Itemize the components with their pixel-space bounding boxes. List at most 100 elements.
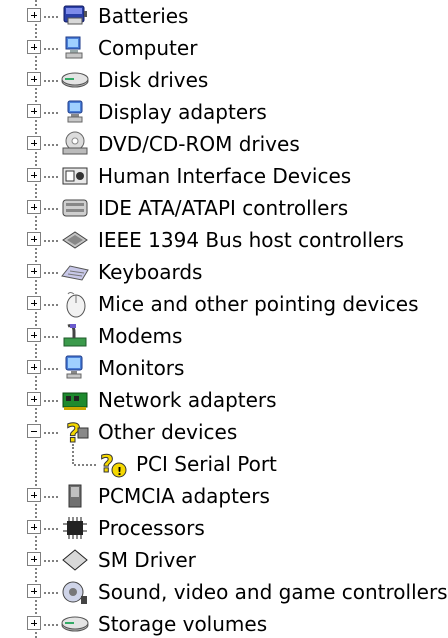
tree-connector [44, 80, 58, 82]
pcmcia-icon [60, 482, 90, 510]
tree-item-label[interactable]: Modems [98, 323, 182, 349]
expand-toggle[interactable] [27, 328, 41, 342]
tree-item-label[interactable]: Sound, video and game controllers [98, 579, 448, 605]
tree-item-storage-volumes[interactable]: Storage volumes [0, 608, 448, 638]
tree-item-computer[interactable]: Computer [0, 32, 448, 64]
expand-toggle[interactable] [27, 136, 41, 150]
plus-glyph [34, 332, 35, 338]
tree-item-label[interactable]: Network adapters [98, 387, 277, 413]
hid-icon [60, 162, 90, 190]
plus-glyph [34, 108, 35, 114]
tree-item-dvd-cd-rom-drives[interactable]: DVD/CD-ROM drives [0, 128, 448, 160]
disk-drive-icon [60, 66, 90, 94]
tree-connector [44, 304, 58, 306]
tree-connector [44, 112, 58, 114]
tree-item-ide-ata-atapi-controllers[interactable]: IDE ATA/ATAPI controllers [0, 192, 448, 224]
collapse-toggle[interactable] [27, 424, 41, 438]
tree-connector [74, 464, 96, 466]
tree-item-label[interactable]: IDE ATA/ATAPI controllers [98, 195, 348, 221]
tree-item-label[interactable]: Batteries [98, 3, 188, 29]
tree-item-label[interactable]: Other devices [98, 419, 237, 445]
ieee1394-icon [60, 226, 90, 254]
ide-controller-icon [60, 194, 90, 222]
tree-connector [44, 176, 58, 178]
expand-toggle[interactable] [27, 552, 41, 566]
tree-item-label[interactable]: Display adapters [98, 99, 267, 125]
tree-item-other-devices[interactable]: ? Other devices [0, 416, 448, 448]
tree-item-label[interactable]: Keyboards [98, 259, 202, 285]
plus-glyph [34, 620, 35, 626]
storage-volume-icon [60, 610, 90, 638]
sm-driver-icon [60, 546, 90, 574]
tree-item-disk-drives[interactable]: Disk drives [0, 64, 448, 96]
tree-item-sm-driver[interactable]: SM Driver [0, 544, 448, 576]
plus-glyph [34, 236, 35, 242]
tree-item-label[interactable]: IEEE 1394 Bus host controllers [98, 227, 404, 253]
tree-item-pci-serial-port[interactable]: ?! PCI Serial Port [0, 448, 448, 480]
monitor-icon [60, 354, 90, 382]
tree-item-label[interactable]: PCI Serial Port [136, 451, 277, 477]
plus-glyph [34, 44, 35, 50]
tree-item-label[interactable]: Monitors [98, 355, 184, 381]
expand-toggle[interactable] [27, 584, 41, 598]
tree-item-label[interactable]: Human Interface Devices [98, 163, 351, 189]
tree-item-label[interactable]: Mice and other pointing devices [98, 291, 419, 317]
tree-connector [44, 560, 58, 562]
unknown-device-icon: ? [60, 418, 90, 446]
tree-connector [44, 624, 58, 626]
tree-item-label[interactable]: Processors [98, 515, 205, 541]
expand-toggle[interactable] [27, 104, 41, 118]
expand-toggle[interactable] [27, 168, 41, 182]
tree-item-modems[interactable]: Modems [0, 320, 448, 352]
keyboard-icon [60, 258, 90, 286]
expand-toggle[interactable] [27, 520, 41, 534]
tree-connector [44, 208, 58, 210]
display-adapter-icon [60, 98, 90, 126]
tree-item-monitors[interactable]: Monitors [0, 352, 448, 384]
plus-glyph [34, 172, 35, 178]
tree-item-batteries[interactable]: Batteries [0, 0, 448, 32]
expand-toggle[interactable] [27, 200, 41, 214]
network-adapter-icon [60, 386, 90, 414]
processor-icon [60, 514, 90, 542]
tree-item-mice-and-other-pointing-devices[interactable]: Mice and other pointing devices [0, 288, 448, 320]
tree-item-label[interactable]: SM Driver [98, 547, 196, 573]
device-tree[interactable]: Batteries Computer Disk drives Display adap… [0, 0, 448, 638]
tree-item-network-adapters[interactable]: Network adapters [0, 384, 448, 416]
tree-item-label[interactable]: PCMCIA adapters [98, 483, 270, 509]
plus-glyph [34, 492, 35, 498]
tree-item-processors[interactable]: Processors [0, 512, 448, 544]
expand-toggle[interactable] [27, 264, 41, 278]
expand-toggle[interactable] [27, 72, 41, 86]
plus-glyph [34, 588, 35, 594]
tree-connector [44, 496, 58, 498]
tree-item-ieee-1394-bus-host-controllers[interactable]: IEEE 1394 Bus host controllers [0, 224, 448, 256]
expand-toggle[interactable] [27, 296, 41, 310]
tree-item-sound-video-and-game-controllers[interactable]: Sound, video and game controllers [0, 576, 448, 608]
expand-toggle[interactable] [27, 8, 41, 22]
tree-connector [44, 48, 58, 50]
tree-connector [44, 240, 58, 242]
tree-item-human-interface-devices[interactable]: Human Interface Devices [0, 160, 448, 192]
tree-item-pcmcia-adapters[interactable]: PCMCIA adapters [0, 480, 448, 512]
plus-glyph [34, 364, 35, 370]
mouse-icon [60, 290, 90, 318]
tree-item-label[interactable]: Storage volumes [98, 611, 267, 637]
expand-toggle[interactable] [27, 40, 41, 54]
tree-item-label[interactable]: Disk drives [98, 67, 208, 93]
tree-connector [44, 592, 58, 594]
tree-connector [72, 444, 74, 464]
expand-toggle[interactable] [27, 360, 41, 374]
expand-toggle[interactable] [27, 232, 41, 246]
expand-toggle[interactable] [27, 488, 41, 502]
plus-glyph [34, 76, 35, 82]
unknown-device-warning-icon: ?! [98, 450, 128, 478]
expand-toggle[interactable] [27, 392, 41, 406]
dvd-drive-icon [60, 130, 90, 158]
tree-item-label[interactable]: DVD/CD-ROM drives [98, 131, 300, 157]
tree-item-display-adapters[interactable]: Display adapters [0, 96, 448, 128]
tree-item-label[interactable]: Computer [98, 35, 197, 61]
tree-connector [44, 272, 58, 274]
tree-item-keyboards[interactable]: Keyboards [0, 256, 448, 288]
expand-toggle[interactable] [27, 616, 41, 630]
